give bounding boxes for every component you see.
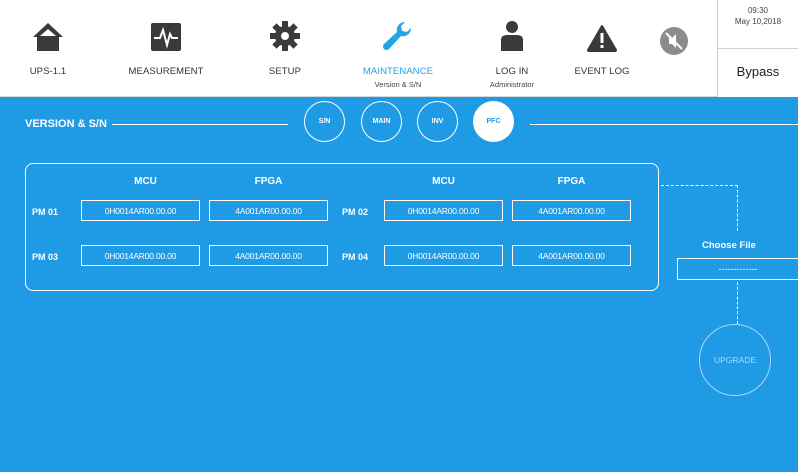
column-header-fpga-2: FPGA (557, 176, 586, 187)
user-icon (501, 21, 523, 51)
pm-label: PM 04 (342, 252, 369, 262)
choose-file-label: Choose File (702, 240, 756, 251)
gear-icon (270, 21, 300, 51)
wrench-icon (382, 21, 412, 51)
title-divider-right (530, 124, 798, 125)
warning-icon (587, 25, 617, 52)
connector-line (661, 185, 738, 186)
main-panel: VERSION & S/N S/N MAIN INV PFC MCU FPGA … (0, 97, 798, 472)
nav-item-measurement[interactable]: MEASUREMENT (118, 0, 214, 97)
connector-line (737, 282, 738, 324)
fpga-version: 4A001AR00.00.00 (512, 200, 631, 221)
nav-label-setup: SETUP (268, 66, 302, 77)
mcu-version: 0H0014AR00.00.00 (384, 200, 503, 221)
mcu-version: 0H0014AR00.00.00 (384, 245, 503, 266)
nav-sub-maintenance: Version & S/N (374, 80, 422, 89)
column-header-mcu-1: MCU (134, 176, 157, 187)
nav-item-ups[interactable]: UPS-1.1 (30, 0, 66, 97)
nav-label-eventlog: EVENT LOG (574, 66, 630, 77)
title-divider-left (112, 124, 288, 125)
clock-date: May 10,2018 (734, 17, 782, 26)
tab-inv[interactable]: INV (417, 101, 458, 142)
upgrade-button[interactable]: UPGRADE (699, 324, 771, 396)
fpga-version: 4A001AR00.00.00 (512, 245, 631, 266)
mcu-version: 0H0014AR00.00.00 (81, 200, 200, 221)
home-icon (33, 23, 63, 51)
pm-label: PM 01 (32, 207, 59, 217)
column-header-fpga-1: FPGA (254, 176, 283, 187)
firmware-version-panel: MCU FPGA MCU FPGA PM 01 0H0014AR00.00.00… (25, 163, 659, 291)
tab-pfc[interactable]: PFC (473, 101, 514, 142)
connector-line (737, 185, 738, 231)
fpga-version: 4A001AR00.00.00 (209, 245, 328, 266)
nav-item-setup[interactable]: SETUP (263, 0, 307, 97)
nav-item-login[interactable]: LOG IN Administrator (477, 0, 547, 97)
waveform-icon (151, 23, 181, 51)
nav-label-ups: UPS-1.1 (29, 66, 67, 77)
mcu-version: 0H0014AR00.00.00 (81, 245, 200, 266)
status-divider (718, 48, 798, 49)
top-nav-bar: UPS-1.1 MEASUREMENT SETUP MAINTENANCE Ve… (0, 0, 798, 97)
pm-label: PM 02 (342, 207, 369, 217)
mute-alarm-icon[interactable] (659, 26, 689, 56)
status-panel: 09:30 May 10,2018 Bypass (717, 0, 798, 97)
tab-main[interactable]: MAIN (361, 101, 402, 142)
clock-time: 09:30 (747, 6, 769, 15)
section-title: VERSION & S/N (25, 118, 107, 130)
nav-sub-login: Administrator (489, 80, 535, 89)
tab-sn[interactable]: S/N (304, 101, 345, 142)
nav-item-maintenance[interactable]: MAINTENANCE Version & S/N (350, 0, 446, 97)
nav-label-maintenance: MAINTENANCE (362, 66, 434, 77)
nav-label-login: LOG IN (495, 66, 529, 77)
operating-mode: Bypass (736, 64, 780, 79)
fpga-version: 4A001AR00.00.00 (209, 200, 328, 221)
nav-item-eventlog[interactable]: EVENT LOG (562, 0, 642, 97)
pm-label: PM 03 (32, 252, 59, 262)
nav-label-measurement: MEASUREMENT (128, 66, 204, 77)
column-header-mcu-2: MCU (432, 176, 455, 187)
file-path-field[interactable] (677, 258, 798, 280)
